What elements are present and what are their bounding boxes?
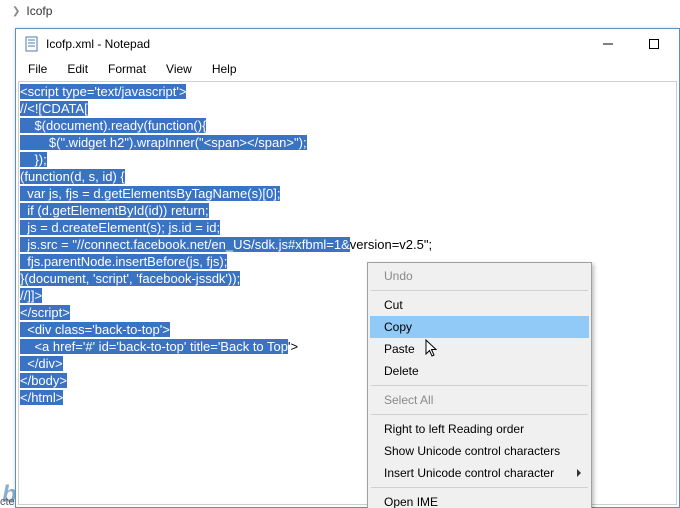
code-line-tail: '> bbox=[288, 339, 298, 354]
ctx-rtl[interactable]: Right to left Reading order bbox=[370, 418, 589, 440]
code-line: </html> bbox=[20, 390, 63, 405]
ctx-show-ucc[interactable]: Show Unicode control characters bbox=[370, 440, 589, 462]
ctx-cut[interactable]: Cut bbox=[370, 294, 589, 316]
code-line: }(document, 'script', 'facebook-jssdk'))… bbox=[20, 271, 240, 286]
menu-file[interactable]: File bbox=[20, 60, 55, 78]
minimize-button[interactable] bbox=[585, 30, 631, 58]
ctx-select-all[interactable]: Select All bbox=[370, 389, 589, 411]
code-line: fjs.parentNode.insertBefore(js, fjs); bbox=[20, 254, 227, 269]
menu-format[interactable]: Format bbox=[100, 60, 154, 78]
window-title: Icofp.xml - Notepad bbox=[46, 37, 150, 51]
code-line: var js, fjs = d.getElementsByTagName(s)[… bbox=[20, 186, 280, 201]
chevron-right-icon: ❯ bbox=[12, 6, 20, 17]
code-line: <div class='back-to-top'> bbox=[20, 322, 170, 337]
code-line: (function(d, s, id) { bbox=[20, 169, 125, 184]
code-line-tail: version=v2.5"; bbox=[350, 237, 432, 252]
ctx-undo[interactable]: Undo bbox=[370, 265, 589, 287]
code-line: <a href='#' id='back-to-top' title='Back… bbox=[20, 339, 288, 354]
menu-edit[interactable]: Edit bbox=[59, 60, 96, 78]
menu-view[interactable]: View bbox=[158, 60, 200, 78]
code-line: <script type='text/javascript'> bbox=[20, 84, 186, 99]
separator bbox=[371, 414, 588, 415]
code-line: }); bbox=[20, 152, 47, 167]
code-line: js = d.createElement(s); js.id = id; bbox=[20, 220, 220, 235]
breadcrumb-item[interactable]: Icofp bbox=[26, 4, 52, 18]
titlebar[interactable]: Icofp.xml - Notepad bbox=[16, 29, 679, 59]
code-line: </script> bbox=[20, 305, 70, 320]
maximize-button[interactable] bbox=[631, 30, 677, 58]
code-line: //]]> bbox=[20, 288, 42, 303]
code-line: //<![CDATA[ bbox=[20, 101, 88, 116]
code-line: $(document).ready(function(){ bbox=[20, 118, 206, 133]
context-menu: Undo Cut Copy Paste Delete Select All Ri… bbox=[367, 262, 592, 508]
cursor-icon bbox=[425, 339, 441, 359]
menu-help[interactable]: Help bbox=[204, 60, 245, 78]
ctx-paste[interactable]: Paste bbox=[370, 338, 589, 360]
breadcrumb: ❯ Icofp bbox=[0, 0, 680, 22]
ctx-delete[interactable]: Delete bbox=[370, 360, 589, 382]
code-line: js.src = "//connect.facebook.net/en_US/s… bbox=[20, 237, 350, 252]
notepad-icon bbox=[24, 36, 40, 52]
code-line: </div> bbox=[20, 356, 63, 371]
separator bbox=[371, 487, 588, 488]
ctx-open-ime[interactable]: Open IME bbox=[370, 491, 589, 508]
separator bbox=[371, 290, 588, 291]
ctx-copy[interactable]: Copy bbox=[370, 316, 589, 338]
code-line: if (d.getElementById(id)) return; bbox=[20, 203, 209, 218]
ctx-insert-ucc[interactable]: Insert Unicode control character bbox=[370, 462, 589, 484]
code-line: $(".widget h2").wrapInner("<span></span>… bbox=[20, 135, 307, 150]
code-line: </body> bbox=[20, 373, 67, 388]
menubar: File Edit Format View Help bbox=[16, 59, 679, 79]
separator bbox=[371, 385, 588, 386]
